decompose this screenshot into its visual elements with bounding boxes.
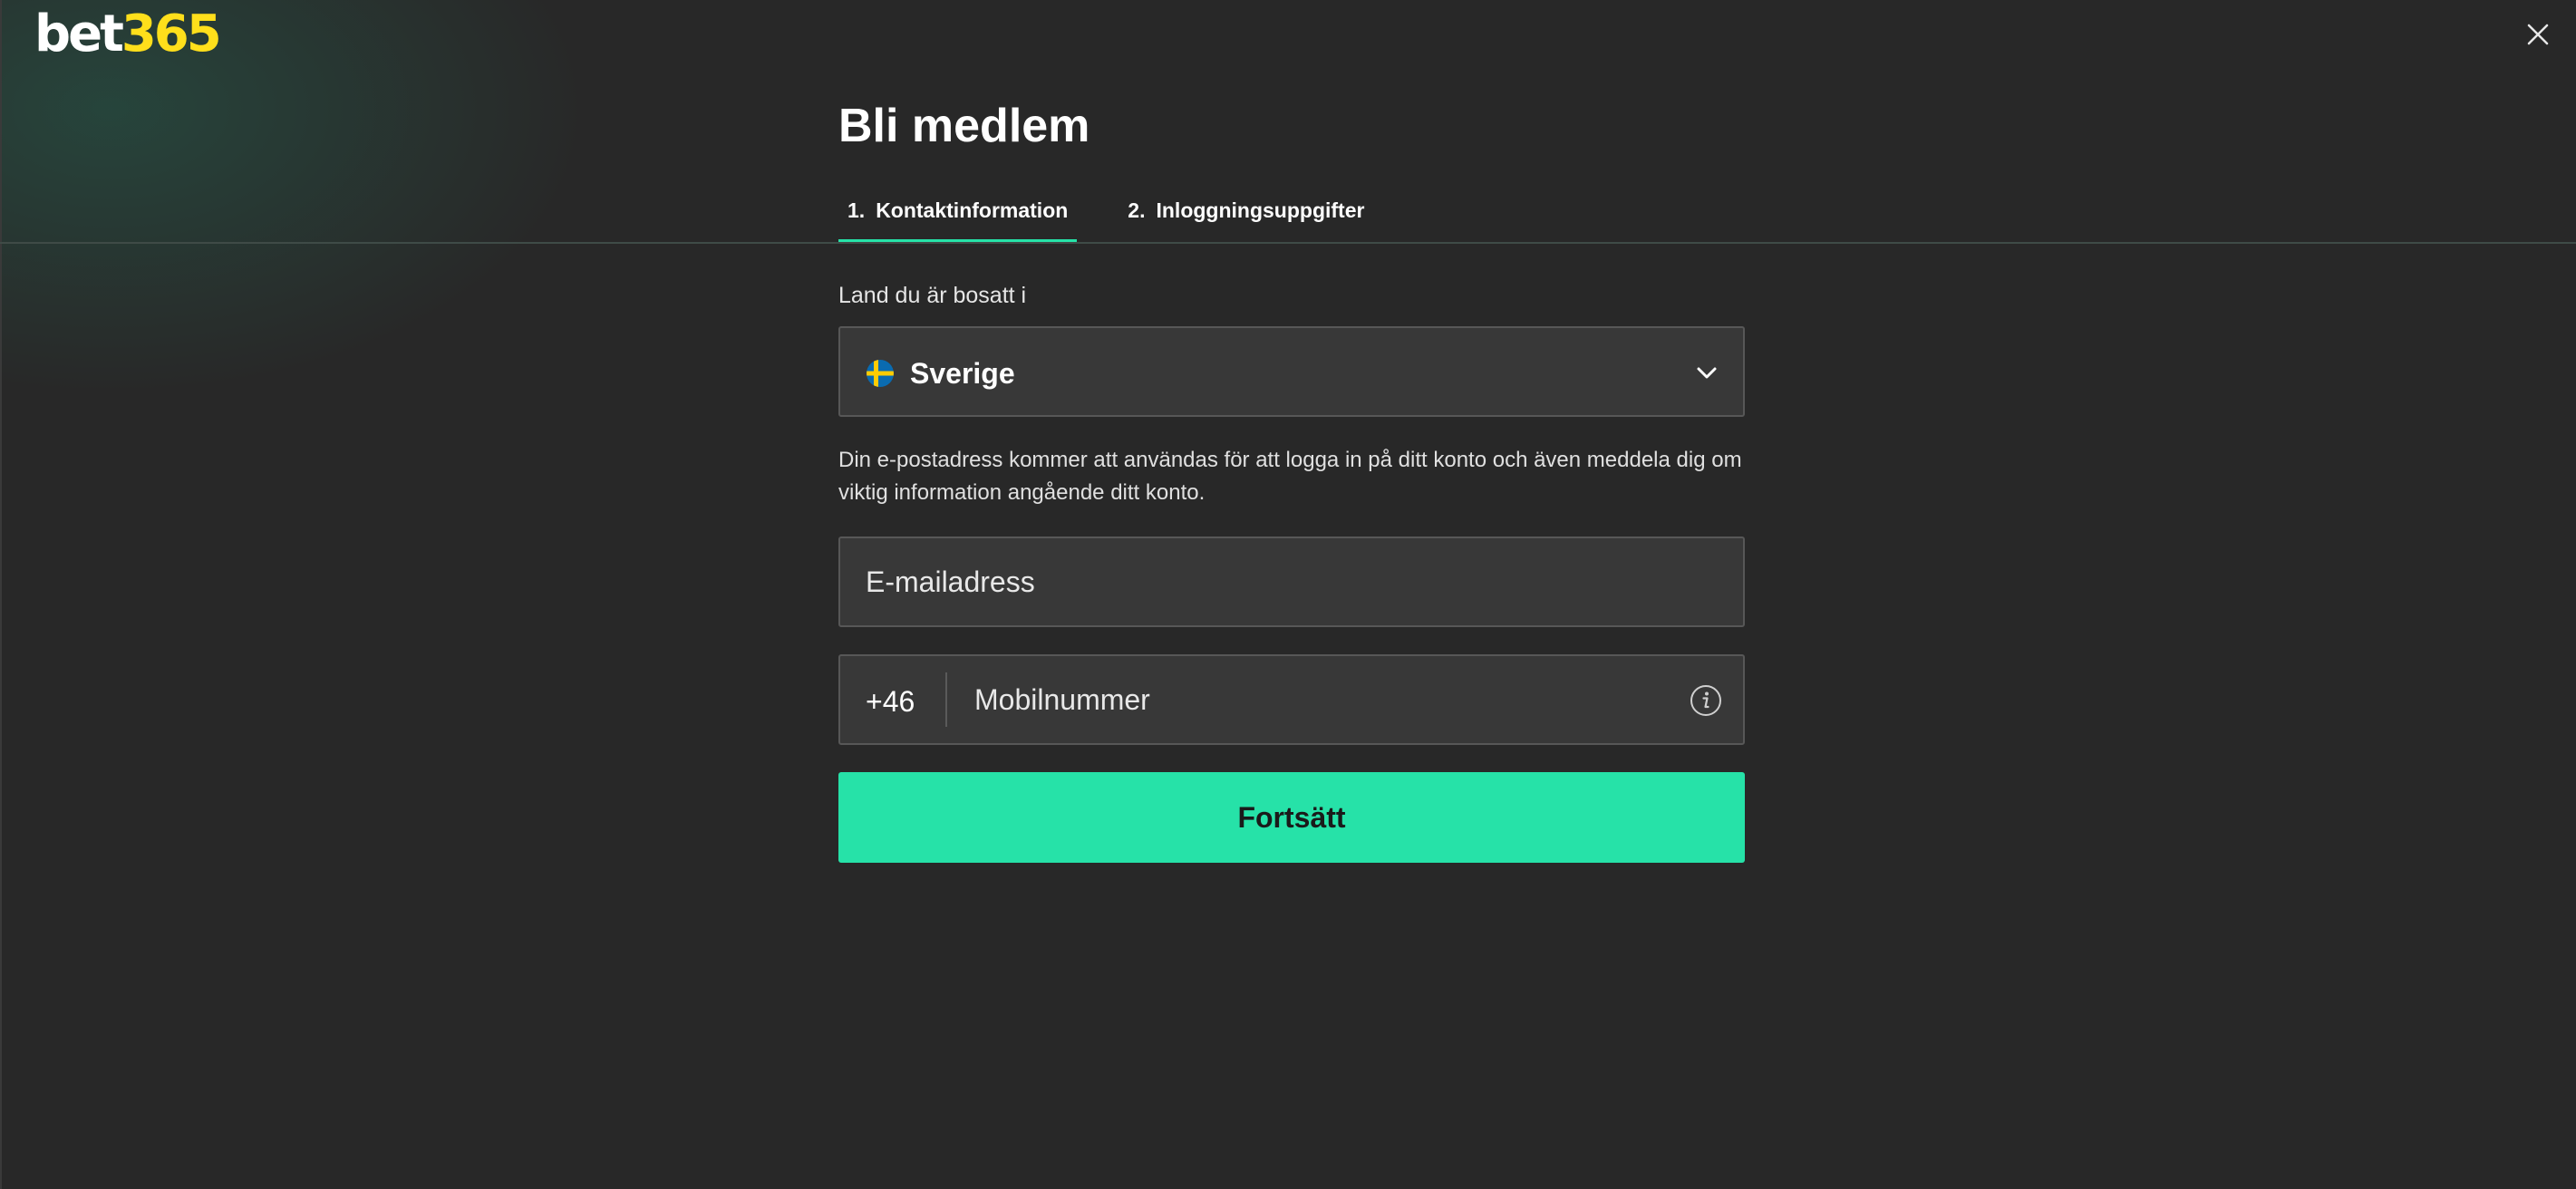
tab-inloggningsuppgifter[interactable]: 2. Inloggningsuppgifter xyxy=(1119,190,1373,243)
logo-text-bet: bet xyxy=(34,5,124,63)
country-value: Sverige xyxy=(910,357,1015,390)
logo-text-365: 365 xyxy=(121,5,222,63)
country-label: Land du är bosatt i xyxy=(838,283,1027,308)
email-info-text: Din e-postadress kommer att användas för… xyxy=(838,448,1742,505)
tab-number: 1. xyxy=(847,198,866,222)
tab-label: Inloggningsuppgifter xyxy=(1156,198,1365,222)
country-code-prefix[interactable]: +46 xyxy=(866,683,915,720)
chevron-down-icon xyxy=(1694,361,1719,386)
phone-field-group: +46 xyxy=(838,654,1745,745)
bet365-logo: bet365 xyxy=(34,5,222,63)
continue-button[interactable]: Fortsätt xyxy=(838,772,1745,863)
email-field[interactable] xyxy=(838,536,1745,627)
tab-label: Kontaktinformation xyxy=(876,198,1069,222)
country-select[interactable]: Sverige xyxy=(838,326,1745,417)
sweden-flag-icon xyxy=(867,360,894,387)
tab-number: 2. xyxy=(1128,198,1146,222)
step-tabs: 1. Kontaktinformation 2. Inloggningsuppgif… xyxy=(838,190,1415,243)
info-icon[interactable] xyxy=(1689,683,1723,718)
prefix-divider xyxy=(945,672,947,727)
close-icon xyxy=(2527,24,2549,45)
page-title: Bli medlem xyxy=(838,100,1090,152)
tabs-divider xyxy=(0,242,2576,244)
mobile-number-field[interactable] xyxy=(967,656,1674,743)
tab-kontaktinformation[interactable]: 1. Kontaktinformation xyxy=(838,190,1078,243)
close-button[interactable] xyxy=(2522,18,2554,51)
